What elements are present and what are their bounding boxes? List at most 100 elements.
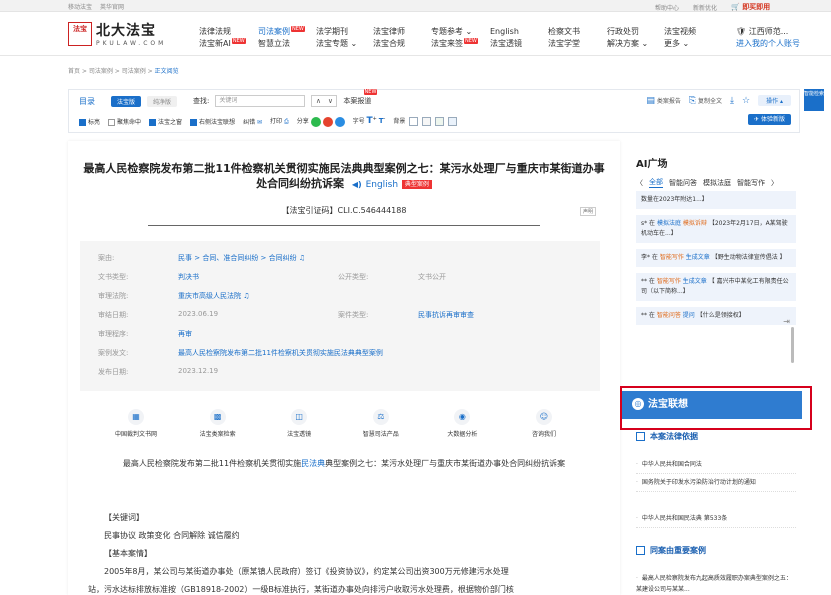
nav-journals[interactable]: 法学期刊 — [316, 26, 357, 38]
cause-value[interactable]: 民事 > 合同、准合同纠纷 > 合同纠纷 ♫ — [178, 253, 305, 263]
tool-smart-justice[interactable]: ⚖ 智慧司法产品 — [345, 409, 417, 438]
chevron-right-icon[interactable]: 〉 — [771, 178, 778, 188]
nav-smart-legislation[interactable]: 智慧立法 — [258, 38, 305, 50]
related-law-item[interactable]: 国务院关于印发水污染防治行动计划的通知 — [636, 477, 796, 492]
share-group: 分享 — [297, 116, 345, 127]
disclaimer-button[interactable]: 声明 — [580, 207, 597, 216]
nav-lawyers[interactable]: 法宝律师 — [373, 26, 405, 38]
download-icon[interactable]: ⤓ — [730, 96, 734, 106]
site-logo[interactable]: 法宝 北大法宝 PKULAW.COM — [68, 20, 166, 47]
doc-type-value[interactable]: 判决书 — [178, 272, 199, 282]
mode-pure[interactable]: 纯净版 — [147, 95, 178, 107]
case-type-value[interactable]: 民事抗诉再审审查 — [418, 310, 474, 320]
smart-search-tag[interactable]: 智能检索 — [804, 89, 824, 111]
article-title: 最高人民检察院发布第二批11件检察机关贯彻实施民法典典型案例之七：某污水处理厂与… — [78, 161, 610, 193]
print-button[interactable]: 打印 ⎙ — [270, 116, 289, 126]
checkbox-icon — [149, 118, 157, 126]
copy-full-button[interactable]: ⎘ 复制全文 — [689, 96, 722, 106]
bg-green-swatch[interactable] — [435, 117, 445, 127]
background-control: 背景 — [393, 116, 458, 127]
star-icon[interactable]: ☆ — [742, 96, 750, 106]
ai-tab-moot[interactable]: 模拟法庭 — [703, 178, 731, 188]
ai-card[interactable]: s* 在 模拟法庭 模拟诉辩 【2023年2月17日，A某驾驶机动车在...】 — [636, 215, 796, 243]
tool-similar-cases[interactable]: ▩ 法宝类案检索 — [182, 409, 254, 438]
ai-card[interactable]: ** 在 智能问答 提问 【什么是领接权】 ⇥ — [636, 307, 796, 327]
civil-code-link[interactable]: 民法典 — [301, 459, 325, 468]
breadcrumb-cases[interactable]: 司法案例 — [89, 68, 113, 75]
help-center-link[interactable]: 帮助中心 — [655, 3, 679, 12]
optimize-link[interactable]: 新新优化 — [693, 3, 717, 12]
speaker-icon[interactable]: ◀) — [352, 180, 362, 189]
try-new-version-button[interactable]: ✈ 体验新版 — [748, 114, 791, 125]
nav-solutions[interactable]: 解决方案 ⌄ — [607, 38, 648, 50]
nav-cases[interactable]: 司法案例 NEW — [258, 26, 305, 38]
nav-references[interactable]: 专题参考 ⌄ — [431, 26, 478, 38]
bg-blue-swatch[interactable] — [448, 117, 458, 127]
procedure-value[interactable]: 再审 — [178, 329, 192, 339]
chevron-up-icon[interactable]: ∧ — [312, 96, 324, 106]
chevron-down-icon[interactable]: ∨ — [324, 96, 336, 106]
nav-admin-penalty[interactable]: 行政处罚 — [607, 26, 648, 38]
nav-compliance[interactable]: 法宝合规 — [373, 38, 405, 50]
nav-procuratorate-docs[interactable]: 检察文书 — [548, 26, 580, 38]
court-value[interactable]: 重庆市高级人民法院 ♫ — [178, 291, 250, 301]
option-highlight[interactable]: 标亮 — [79, 117, 100, 126]
tool-consult[interactable]: ☺ 咨询我们 — [508, 409, 580, 438]
catalog-toggle[interactable]: 目录 — [79, 96, 95, 107]
mobile-fabao-link[interactable]: 移动法宝 — [68, 2, 92, 11]
ai-tab-writing[interactable]: 智能写作 — [737, 178, 765, 188]
ai-tab-all[interactable]: 全部 — [649, 177, 663, 188]
report-link[interactable]: 本案报道 NEW — [343, 89, 378, 106]
related-law-item[interactable]: 中华人民共和国合同法 — [636, 459, 796, 474]
operations-button[interactable]: 操作 ▴ — [758, 95, 791, 106]
case-report-button[interactable]: ▤ 类案报告 — [646, 96, 680, 106]
wechat-icon[interactable] — [310, 116, 321, 127]
nav-video[interactable]: 法宝视频 — [664, 26, 696, 38]
nav-more[interactable]: 更多 ⌄ — [664, 38, 696, 50]
ai-card[interactable]: 数量在2023年附达1...】 — [636, 191, 796, 209]
nav-english[interactable]: English — [490, 26, 522, 38]
mode-fabao[interactable]: 法宝版 — [111, 95, 142, 107]
ai-tab-qa[interactable]: 智能问答 — [669, 178, 697, 188]
bell-icon[interactable]: ♫ — [299, 254, 305, 262]
ai-card[interactable]: 李* 在 智能写作 生成文章 【野生动物法律宣传倡法 】 — [636, 249, 796, 267]
shield-icon: 🛡 — [736, 27, 747, 36]
weibo-icon[interactable] — [322, 116, 333, 127]
proofread-button[interactable]: 纠错 ✉ — [243, 117, 262, 126]
personal-account-link[interactable]: 进入我的个人账号 — [736, 38, 800, 50]
nav-academy[interactable]: 法宝学堂 — [548, 38, 580, 50]
qq-icon[interactable] — [334, 116, 345, 127]
english-version-link[interactable]: English — [366, 180, 399, 190]
nav-lens[interactable]: 法宝透镜 — [490, 38, 522, 50]
breadcrumb-home[interactable]: 首页 — [68, 68, 80, 75]
option-associate[interactable]: 右侧法宝联想 — [190, 117, 235, 126]
buy-now-link[interactable]: 🛒 即买即用 — [731, 2, 770, 12]
nav-ai[interactable]: 法宝新AI NEW — [199, 38, 246, 50]
breadcrumb-cases-2[interactable]: 司法案例 — [122, 68, 146, 75]
related-law-item[interactable]: 中华人民共和国民法典 第533条 — [636, 513, 796, 528]
tool-lens[interactable]: ◫ 法宝透镜 — [263, 409, 335, 438]
enter-icon[interactable]: ⇥ — [783, 317, 790, 327]
option-focus[interactable]: 聚焦命中 — [108, 117, 141, 126]
ai-card[interactable]: ** 在 智能写作 生成文章 【 嘉兴市中某化工有限责任公司（以下简称...】 — [636, 273, 796, 301]
meta-publisher: 案例发文: 最高人民检察院发布第二批11件检察机关贯彻实施民法典典型案例 — [98, 349, 383, 357]
bell-icon[interactable]: ♫ — [243, 292, 249, 300]
option-window[interactable]: 法宝之窗 — [149, 117, 182, 126]
bg-white-swatch[interactable] — [409, 117, 419, 127]
user-name[interactable]: 🛡 江西师范... — [736, 26, 800, 38]
cart-icon: 🛒 — [731, 3, 743, 11]
chevron-left-icon[interactable]: 〈 — [636, 178, 643, 188]
logo-english: PKULAW.COM — [96, 40, 167, 47]
nav-laws[interactable]: 法律法规 — [199, 26, 246, 38]
find-input[interactable]: 关键词 — [215, 95, 306, 107]
bg-grey-swatch[interactable] — [422, 117, 432, 127]
nav-topics[interactable]: 法宝专题 ⌄ — [316, 38, 357, 50]
ai-feed-scrollbar[interactable] — [791, 327, 794, 363]
english-site-link[interactable]: 英华官网 — [100, 2, 124, 11]
tool-judgment-net[interactable]: ▦ 中国裁判文书网 — [100, 409, 172, 438]
nav-sign[interactable]: 法宝来签 NEW — [431, 38, 478, 50]
tool-big-data[interactable]: ◉ 大数据分析 — [426, 409, 498, 438]
same-cause-item[interactable]: 最高人民检察院发布九起高质效履职办案典型案例之五：某建设公司与某某... — [636, 573, 796, 595]
publisher-value[interactable]: 最高人民检察院发布第二批11件检察机关贯彻实施民法典典型案例 — [178, 348, 383, 358]
publish-date-value: 2023.12.19 — [178, 367, 219, 375]
